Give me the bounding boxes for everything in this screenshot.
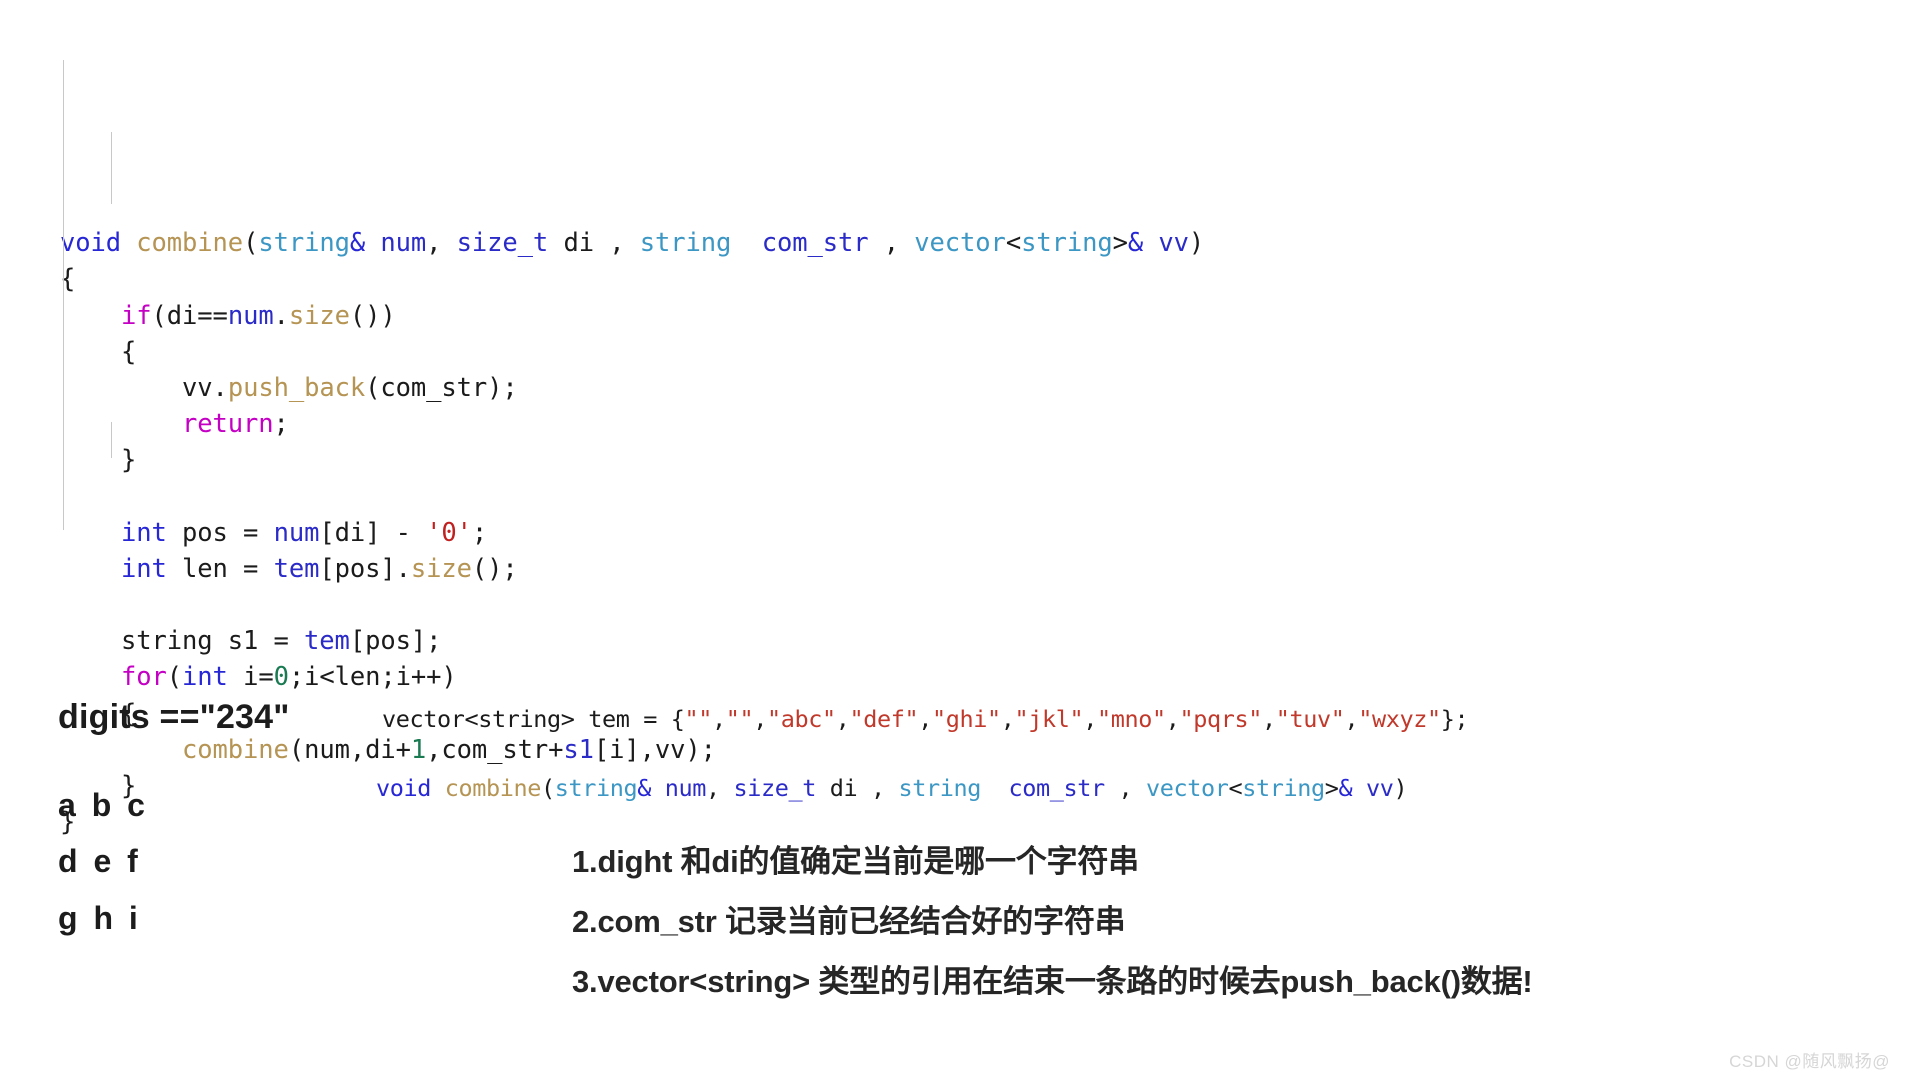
- note-item-2: 2.com_str 记录当前已经结合好的字符串: [572, 904, 1126, 939]
- code-token: "ghi": [931, 705, 1001, 733]
- code-token: ,: [857, 774, 899, 802]
- code-token: "abc": [766, 705, 836, 733]
- code-token: ,: [711, 705, 726, 733]
- code-token: ,: [835, 705, 850, 733]
- code-token: ,: [1344, 705, 1359, 733]
- code-token: &: [1338, 774, 1353, 802]
- code-token: vector: [1146, 774, 1229, 802]
- code-token: "wxyz": [1358, 705, 1441, 733]
- result-row-ghi: g h i: [58, 900, 142, 936]
- code-token: di: [829, 774, 858, 802]
- code-token: ,: [1083, 705, 1097, 733]
- code-token: ,: [753, 705, 767, 733]
- note-item-1: 1.dight 和di的值确定当前是哪一个字符串: [572, 844, 1139, 879]
- code-token: string: [1242, 774, 1325, 802]
- code-token: ): [1393, 774, 1408, 802]
- lower-section: digits =="234" a b c d e f g h i vector<…: [0, 0, 1912, 1088]
- result-row-abc: a b c: [58, 787, 149, 823]
- code-token: ,: [1261, 705, 1276, 733]
- code-token: &: [637, 774, 651, 802]
- code-token: (: [541, 774, 555, 802]
- code-token: ,: [1165, 705, 1180, 733]
- combine-signature-line: void combine(string& num, size_t di , st…: [376, 774, 1408, 802]
- code-token: };: [1440, 705, 1469, 733]
- code-token: "": [684, 705, 712, 733]
- code-token: com_str: [1008, 774, 1106, 802]
- code-token: string: [554, 774, 638, 802]
- code-token: combine: [444, 774, 542, 802]
- code-token: ,: [1000, 705, 1015, 733]
- code-token: vector<string> tem = {: [382, 705, 685, 733]
- code-token: void: [376, 774, 431, 802]
- code-token: "mno": [1096, 705, 1166, 733]
- result-row-def: d e f: [58, 843, 142, 879]
- code-token: vv: [1366, 774, 1394, 802]
- code-token: string: [898, 774, 982, 802]
- csdn-watermark: CSDN @随风飘扬@: [1729, 1052, 1890, 1071]
- code-token: ,: [1104, 774, 1146, 802]
- code-token: "def": [849, 705, 919, 733]
- code-token: >: [1324, 774, 1339, 802]
- code-token: "": [725, 705, 754, 733]
- code-token: num: [664, 774, 707, 802]
- code-token: <: [1228, 774, 1243, 802]
- code-token: "pqrs": [1179, 705, 1262, 733]
- note-item-3: 3.vector<string> 类型的引用在结束一条路的时候去push_bac…: [572, 964, 1533, 999]
- code-token: ,: [918, 705, 932, 733]
- tem-vector-declaration: vector<string> tem = {"","","abc","def",…: [382, 705, 1469, 733]
- code-token: "tuv": [1275, 705, 1345, 733]
- code-token: ,: [706, 774, 734, 802]
- code-token: "jkl": [1014, 705, 1084, 733]
- code-token: size_t: [733, 774, 817, 802]
- digits-label: digits =="234": [58, 698, 290, 736]
